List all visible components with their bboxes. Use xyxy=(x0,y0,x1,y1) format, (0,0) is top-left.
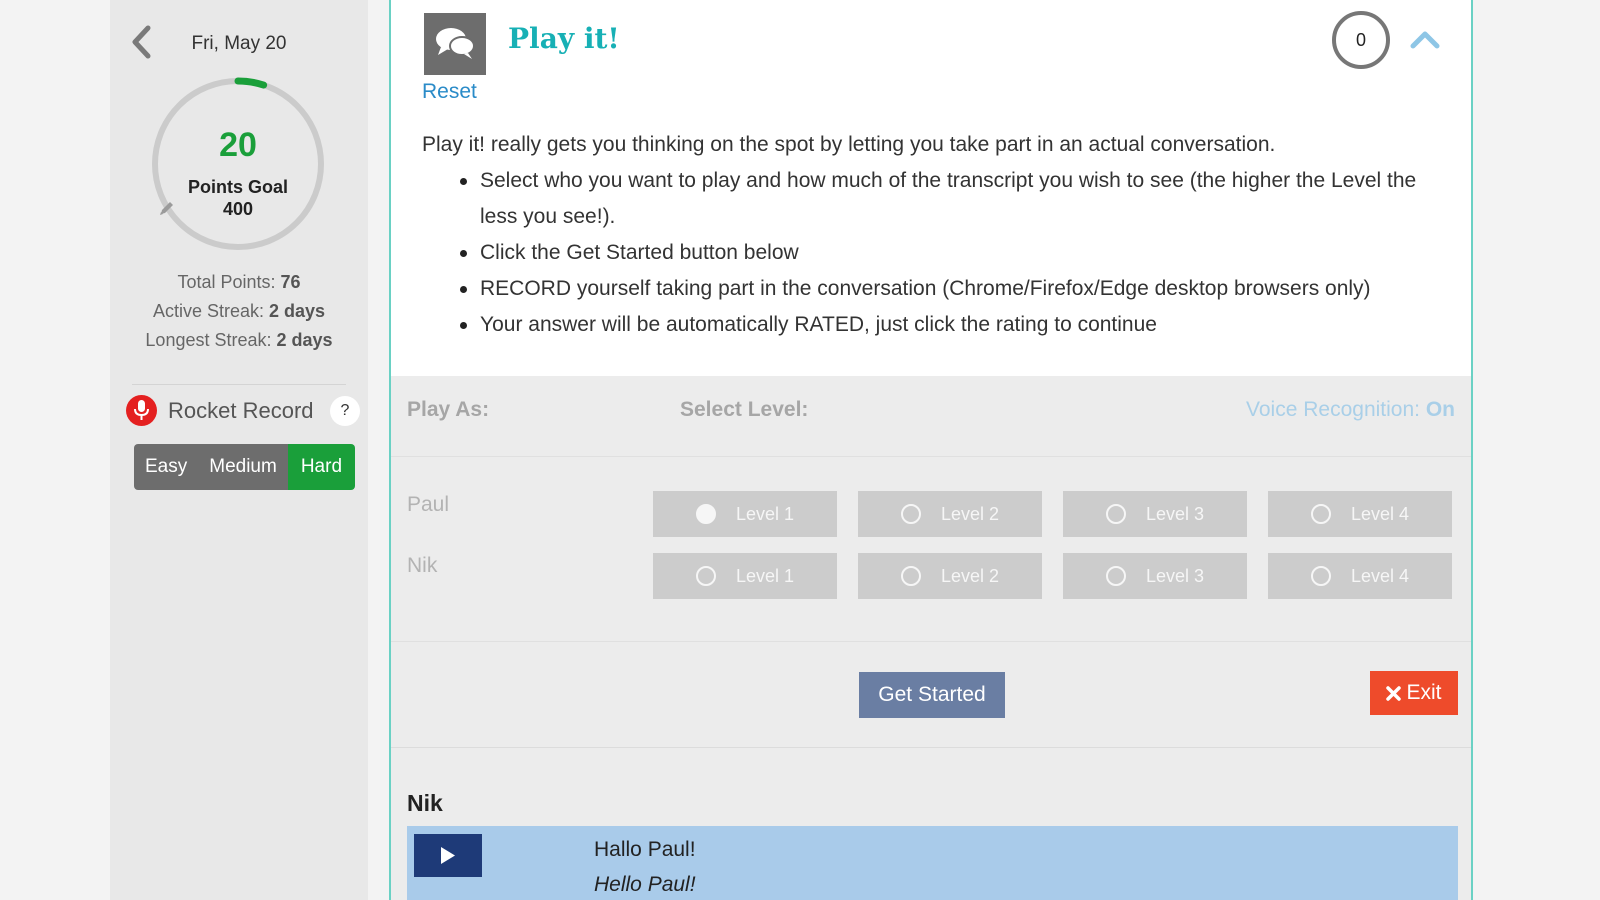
total-points-label: Total Points: xyxy=(177,272,281,292)
character-nik[interactable]: Nik xyxy=(407,554,437,578)
instruction-item: Your answer will be automatically RATED,… xyxy=(460,307,1442,343)
level-label: Level 3 xyxy=(1146,566,1205,586)
radio-icon xyxy=(696,566,716,586)
radio-icon xyxy=(1311,504,1331,524)
score-counter: 0 xyxy=(1332,11,1390,69)
longest-streak-row: Longest Streak: 2 days xyxy=(110,326,368,355)
voice-recognition-value: On xyxy=(1425,398,1455,421)
play-it-panel: Play it! Reset 0 Play it! really gets yo… xyxy=(389,0,1473,900)
rocket-record-label: Rocket Record xyxy=(168,398,314,423)
transcript-area: Nik Hallo Paul! Hello Paul! xyxy=(391,748,1471,900)
instructions: Play it! really gets you thinking on the… xyxy=(422,127,1442,343)
points-goal-value: 400 xyxy=(222,199,254,219)
level-label: Level 3 xyxy=(1146,504,1205,524)
sidebar: Fri, May 20 20 Points Goal 400 Total Poi… xyxy=(110,0,368,900)
total-points-row: Total Points: 76 xyxy=(110,268,368,297)
points-goal-value-row: 400 xyxy=(150,199,326,220)
active-streak-label: Active Streak: xyxy=(152,301,269,321)
paul-level-1-button[interactable]: Level 1 xyxy=(653,491,837,537)
line-translation-text: Hello Paul! xyxy=(594,873,696,896)
radio-icon xyxy=(901,504,921,524)
help-button[interactable]: ? xyxy=(330,396,360,426)
get-started-button[interactable]: Get Started xyxy=(859,672,1005,718)
instruction-item: RECORD yourself taking part in the conve… xyxy=(460,271,1442,307)
radio-icon xyxy=(1106,504,1126,524)
instruction-item: Click the Get Started button below xyxy=(460,235,1442,271)
sidebar-divider xyxy=(132,384,346,385)
exit-button[interactable]: Exit xyxy=(1370,671,1458,715)
total-points-value: 76 xyxy=(280,272,301,292)
speaker-name: Nik xyxy=(407,790,443,816)
exit-label: Exit xyxy=(1406,681,1442,704)
radio-icon xyxy=(901,566,921,586)
play-as-label: Play As: xyxy=(407,398,490,421)
level-label: Level 2 xyxy=(941,504,1000,524)
instruction-item: Select who you want to play and how much… xyxy=(460,163,1442,235)
nik-level-2-button[interactable]: Level 2 xyxy=(858,553,1042,599)
line-original-text: Hallo Paul! xyxy=(594,838,696,861)
voice-recognition-label: Voice Recognition: xyxy=(1246,398,1426,421)
difficulty-medium-button[interactable]: Medium xyxy=(198,444,288,490)
instruction-list: Select who you want to play and how much… xyxy=(460,163,1442,343)
reset-link[interactable]: Reset xyxy=(422,80,477,104)
paul-level-2-button[interactable]: Level 2 xyxy=(858,491,1042,537)
chat-bubbles-icon xyxy=(424,13,486,75)
points-goal-label: Points Goal xyxy=(187,177,288,197)
active-streak-value: 2 days xyxy=(269,301,326,321)
paul-level-3-button[interactable]: Level 3 xyxy=(1063,491,1247,537)
stats-block: Total Points: 76 Active Streak: 2 days L… xyxy=(110,268,368,355)
chevron-up-icon[interactable] xyxy=(1410,28,1440,50)
difficulty-toggle: Easy Medium Hard xyxy=(134,444,356,490)
radio-selected-icon xyxy=(696,504,716,524)
transcript-line: Hallo Paul! Hello Paul! xyxy=(407,826,1458,900)
level-label: Level 1 xyxy=(736,566,795,586)
longest-streak-label: Longest Streak: xyxy=(145,330,277,350)
level-label: Level 1 xyxy=(736,504,795,524)
select-level-label: Select Level: xyxy=(680,398,809,421)
active-streak-row: Active Streak: 2 days xyxy=(110,297,368,326)
level-label: Level 2 xyxy=(941,566,1000,586)
intro-text: Play it! really gets you thinking on the… xyxy=(422,133,1276,156)
radio-icon xyxy=(1311,566,1331,586)
settings-divider xyxy=(391,456,1471,457)
rocket-record-row: Rocket Record ? xyxy=(126,394,360,428)
daily-points: 20 xyxy=(219,126,257,164)
difficulty-easy-button[interactable]: Easy xyxy=(134,444,199,490)
nik-level-4-button[interactable]: Level 4 xyxy=(1268,553,1452,599)
play-audio-button[interactable] xyxy=(414,834,482,877)
paul-level-4-button[interactable]: Level 4 xyxy=(1268,491,1452,537)
nik-level-3-button[interactable]: Level 3 xyxy=(1063,553,1247,599)
character-paul[interactable]: Paul xyxy=(407,493,449,517)
level-label: Level 4 xyxy=(1351,566,1410,586)
pencil-icon[interactable] xyxy=(158,199,176,217)
activity-title: Play it! xyxy=(508,22,620,55)
radio-icon xyxy=(1106,566,1126,586)
difficulty-hard-button[interactable]: Hard xyxy=(287,444,356,490)
settings-divider xyxy=(391,641,1471,642)
points-goal-ring: 20 Points Goal 400 xyxy=(150,76,326,252)
microphone-icon[interactable] xyxy=(126,395,157,426)
current-date: Fri, May 20 xyxy=(191,33,287,54)
level-label: Level 4 xyxy=(1351,504,1410,524)
close-icon xyxy=(1386,686,1402,701)
voice-recognition-toggle[interactable]: Voice Recognition: On xyxy=(1246,398,1455,422)
play-icon xyxy=(441,847,455,864)
nik-level-1-button[interactable]: Level 1 xyxy=(653,553,837,599)
longest-streak-value: 2 days xyxy=(276,330,333,350)
